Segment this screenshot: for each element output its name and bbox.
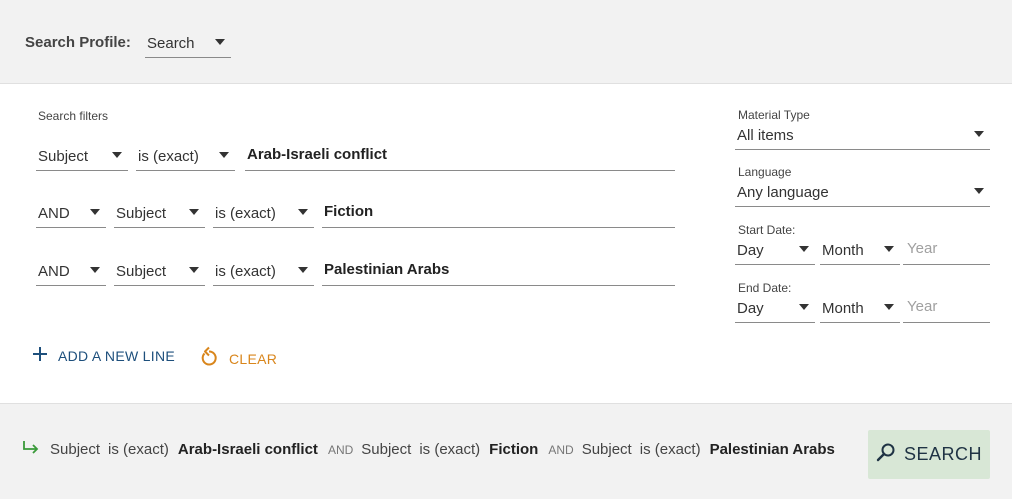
end-date-label: End Date: — [738, 281, 792, 295]
row2-operator-select[interactable]: is (exact) — [213, 200, 314, 228]
row2-conjunction-value: AND — [38, 205, 70, 222]
summary-operator: is (exact) — [639, 441, 701, 458]
clear-label: CLEAR — [229, 350, 278, 367]
search-profile-label: Search Profile: — [25, 34, 131, 51]
chevron-down-icon — [884, 304, 894, 310]
material-type-value: All items — [737, 127, 794, 144]
plus-icon — [32, 346, 48, 365]
material-type-select[interactable]: All items — [735, 122, 990, 150]
chevron-down-icon — [112, 152, 122, 158]
start-date-label: Start Date: — [738, 223, 796, 237]
search-button-label: SEARCH — [903, 444, 982, 464]
chevron-down-icon — [298, 209, 308, 215]
summary-conjunction: AND — [327, 443, 354, 457]
chevron-down-icon — [799, 246, 809, 252]
material-type-label: Material Type — [738, 108, 810, 122]
add-new-line-label: ADD A NEW LINE — [58, 347, 176, 364]
summary-field: Subject — [581, 441, 632, 458]
chevron-down-icon — [884, 246, 894, 252]
search-profile-value: Search — [147, 35, 195, 52]
chevron-down-icon — [215, 39, 225, 45]
row3-term-input[interactable] — [322, 260, 675, 286]
end-day-value: Day — [737, 300, 764, 317]
refresh-icon — [199, 346, 219, 371]
chevron-down-icon — [799, 304, 809, 310]
summary-operator: is (exact) — [108, 441, 169, 458]
chevron-down-icon — [90, 267, 100, 273]
row2-conjunction-select[interactable]: AND — [36, 200, 106, 228]
row3-field-select[interactable]: Subject — [114, 258, 205, 286]
chevron-down-icon — [298, 267, 308, 273]
row1-operator-value: is (exact) — [138, 148, 199, 165]
query-summary-bar: Subject is (exact) Arab-Israeli conflict… — [0, 403, 1012, 499]
row3-operator-value: is (exact) — [215, 263, 276, 280]
row3-operator-select[interactable]: is (exact) — [213, 258, 314, 286]
row2-field-select[interactable]: Subject — [114, 200, 205, 228]
row1-field-select[interactable]: Subject — [36, 143, 128, 171]
start-day-select[interactable]: Day — [735, 237, 815, 265]
search-filters-heading: Search filters — [38, 109, 109, 123]
row1-operator-select[interactable]: is (exact) — [136, 143, 235, 171]
summary-term: Palestinian Arabs — [709, 441, 835, 458]
search-profile-select[interactable]: Search — [145, 30, 231, 58]
search-button[interactable]: SEARCH — [868, 430, 990, 479]
language-select[interactable]: Any language — [735, 179, 990, 207]
summary-field: Subject — [50, 441, 101, 458]
arrow-return-icon — [22, 440, 40, 458]
end-day-select[interactable]: Day — [735, 295, 815, 323]
start-day-value: Day — [737, 242, 764, 259]
chevron-down-icon — [189, 209, 199, 215]
end-month-select[interactable]: Month — [820, 295, 900, 323]
language-value: Any language — [737, 184, 829, 201]
row2-term-input[interactable] — [322, 202, 675, 228]
query-summary: Subject is (exact) Arab-Israeli conflict… — [22, 440, 845, 458]
start-year-input[interactable] — [903, 239, 990, 265]
clear-button[interactable]: CLEAR — [199, 346, 277, 371]
add-new-line-button[interactable]: ADD A NEW LINE — [32, 346, 175, 365]
summary-term: Arab-Israeli conflict — [177, 441, 318, 458]
chevron-down-icon — [90, 209, 100, 215]
language-label: Language — [738, 165, 792, 179]
search-profile-bar: Search Profile: Search — [0, 0, 1012, 84]
start-month-select[interactable]: Month — [820, 237, 900, 265]
chevron-down-icon — [219, 152, 229, 158]
row3-conjunction-select[interactable]: AND — [36, 258, 106, 286]
magnifier-icon — [876, 442, 896, 467]
end-month-value: Month — [822, 300, 864, 317]
start-month-value: Month — [822, 242, 864, 259]
chevron-down-icon — [189, 267, 199, 273]
row2-operator-value: is (exact) — [215, 205, 276, 222]
summary-conjunction: AND — [548, 443, 574, 457]
row3-conjunction-value: AND — [38, 263, 70, 280]
row2-field-value: Subject — [116, 205, 167, 222]
chevron-down-icon — [974, 188, 984, 194]
summary-operator: is (exact) — [419, 441, 481, 458]
row1-field-value: Subject — [38, 148, 89, 165]
row3-field-value: Subject — [116, 263, 167, 280]
chevron-down-icon — [974, 131, 984, 137]
end-year-input[interactable] — [903, 297, 990, 323]
summary-term: Fiction — [489, 441, 539, 458]
row1-term-input[interactable] — [245, 145, 675, 171]
summary-field: Subject — [361, 441, 412, 458]
